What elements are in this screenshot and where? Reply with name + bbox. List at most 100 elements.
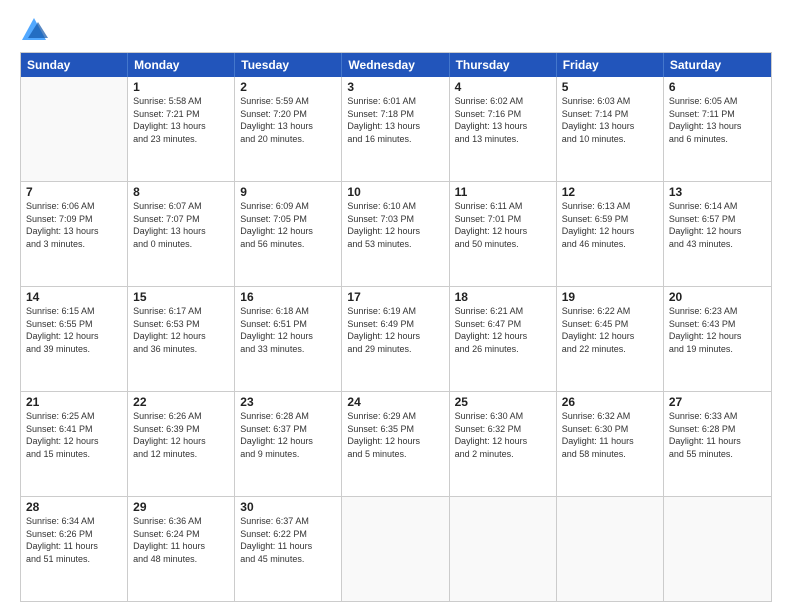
calendar-cell: 5Sunrise: 6:03 AM Sunset: 7:14 PM Daylig… xyxy=(557,77,664,181)
calendar-cell: 1Sunrise: 5:58 AM Sunset: 7:21 PM Daylig… xyxy=(128,77,235,181)
day-info: Sunrise: 6:28 AM Sunset: 6:37 PM Dayligh… xyxy=(240,410,336,460)
day-number: 6 xyxy=(669,80,766,94)
day-info: Sunrise: 6:30 AM Sunset: 6:32 PM Dayligh… xyxy=(455,410,551,460)
calendar-row-0: 1Sunrise: 5:58 AM Sunset: 7:21 PM Daylig… xyxy=(21,77,771,181)
calendar-cell: 25Sunrise: 6:30 AM Sunset: 6:32 PM Dayli… xyxy=(450,392,557,496)
calendar-cell: 16Sunrise: 6:18 AM Sunset: 6:51 PM Dayli… xyxy=(235,287,342,391)
calendar-cell: 28Sunrise: 6:34 AM Sunset: 6:26 PM Dayli… xyxy=(21,497,128,601)
day-number: 17 xyxy=(347,290,443,304)
calendar-header: SundayMondayTuesdayWednesdayThursdayFrid… xyxy=(21,53,771,77)
day-info: Sunrise: 6:36 AM Sunset: 6:24 PM Dayligh… xyxy=(133,515,229,565)
day-info: Sunrise: 6:29 AM Sunset: 6:35 PM Dayligh… xyxy=(347,410,443,460)
day-number: 18 xyxy=(455,290,551,304)
calendar-cell: 13Sunrise: 6:14 AM Sunset: 6:57 PM Dayli… xyxy=(664,182,771,286)
day-number: 13 xyxy=(669,185,766,199)
day-info: Sunrise: 6:02 AM Sunset: 7:16 PM Dayligh… xyxy=(455,95,551,145)
day-number: 29 xyxy=(133,500,229,514)
calendar-cell xyxy=(557,497,664,601)
day-info: Sunrise: 6:23 AM Sunset: 6:43 PM Dayligh… xyxy=(669,305,766,355)
calendar-cell xyxy=(450,497,557,601)
logo xyxy=(20,16,52,44)
day-info: Sunrise: 6:13 AM Sunset: 6:59 PM Dayligh… xyxy=(562,200,658,250)
header-cell-friday: Friday xyxy=(557,53,664,77)
day-info: Sunrise: 6:07 AM Sunset: 7:07 PM Dayligh… xyxy=(133,200,229,250)
header-cell-sunday: Sunday xyxy=(21,53,128,77)
header-cell-monday: Monday xyxy=(128,53,235,77)
calendar-cell: 2Sunrise: 5:59 AM Sunset: 7:20 PM Daylig… xyxy=(235,77,342,181)
day-number: 19 xyxy=(562,290,658,304)
calendar-cell: 9Sunrise: 6:09 AM Sunset: 7:05 PM Daylig… xyxy=(235,182,342,286)
day-number: 16 xyxy=(240,290,336,304)
day-number: 27 xyxy=(669,395,766,409)
calendar-cell: 8Sunrise: 6:07 AM Sunset: 7:07 PM Daylig… xyxy=(128,182,235,286)
day-number: 24 xyxy=(347,395,443,409)
day-number: 2 xyxy=(240,80,336,94)
header-cell-saturday: Saturday xyxy=(664,53,771,77)
day-number: 12 xyxy=(562,185,658,199)
calendar-cell: 12Sunrise: 6:13 AM Sunset: 6:59 PM Dayli… xyxy=(557,182,664,286)
day-info: Sunrise: 6:05 AM Sunset: 7:11 PM Dayligh… xyxy=(669,95,766,145)
calendar-cell: 4Sunrise: 6:02 AM Sunset: 7:16 PM Daylig… xyxy=(450,77,557,181)
calendar-cell: 6Sunrise: 6:05 AM Sunset: 7:11 PM Daylig… xyxy=(664,77,771,181)
calendar-cell xyxy=(664,497,771,601)
calendar: SundayMondayTuesdayWednesdayThursdayFrid… xyxy=(20,52,772,602)
calendar-cell xyxy=(342,497,449,601)
header-cell-thursday: Thursday xyxy=(450,53,557,77)
day-info: Sunrise: 6:06 AM Sunset: 7:09 PM Dayligh… xyxy=(26,200,122,250)
header-cell-wednesday: Wednesday xyxy=(342,53,449,77)
day-number: 26 xyxy=(562,395,658,409)
calendar-cell: 15Sunrise: 6:17 AM Sunset: 6:53 PM Dayli… xyxy=(128,287,235,391)
calendar-row-4: 28Sunrise: 6:34 AM Sunset: 6:26 PM Dayli… xyxy=(21,496,771,601)
calendar-cell: 14Sunrise: 6:15 AM Sunset: 6:55 PM Dayli… xyxy=(21,287,128,391)
day-info: Sunrise: 6:34 AM Sunset: 6:26 PM Dayligh… xyxy=(26,515,122,565)
calendar-cell: 27Sunrise: 6:33 AM Sunset: 6:28 PM Dayli… xyxy=(664,392,771,496)
calendar-row-1: 7Sunrise: 6:06 AM Sunset: 7:09 PM Daylig… xyxy=(21,181,771,286)
day-number: 30 xyxy=(240,500,336,514)
day-info: Sunrise: 6:17 AM Sunset: 6:53 PM Dayligh… xyxy=(133,305,229,355)
logo-icon xyxy=(20,16,48,44)
day-number: 10 xyxy=(347,185,443,199)
day-number: 4 xyxy=(455,80,551,94)
calendar-cell: 18Sunrise: 6:21 AM Sunset: 6:47 PM Dayli… xyxy=(450,287,557,391)
day-info: Sunrise: 6:03 AM Sunset: 7:14 PM Dayligh… xyxy=(562,95,658,145)
day-info: Sunrise: 5:58 AM Sunset: 7:21 PM Dayligh… xyxy=(133,95,229,145)
calendar-cell: 20Sunrise: 6:23 AM Sunset: 6:43 PM Dayli… xyxy=(664,287,771,391)
day-number: 8 xyxy=(133,185,229,199)
calendar-row-3: 21Sunrise: 6:25 AM Sunset: 6:41 PM Dayli… xyxy=(21,391,771,496)
day-info: Sunrise: 5:59 AM Sunset: 7:20 PM Dayligh… xyxy=(240,95,336,145)
day-info: Sunrise: 6:33 AM Sunset: 6:28 PM Dayligh… xyxy=(669,410,766,460)
day-number: 15 xyxy=(133,290,229,304)
day-number: 22 xyxy=(133,395,229,409)
day-number: 9 xyxy=(240,185,336,199)
calendar-cell: 11Sunrise: 6:11 AM Sunset: 7:01 PM Dayli… xyxy=(450,182,557,286)
day-info: Sunrise: 6:18 AM Sunset: 6:51 PM Dayligh… xyxy=(240,305,336,355)
day-number: 21 xyxy=(26,395,122,409)
day-number: 28 xyxy=(26,500,122,514)
calendar-cell xyxy=(21,77,128,181)
calendar-body: 1Sunrise: 5:58 AM Sunset: 7:21 PM Daylig… xyxy=(21,77,771,601)
day-number: 20 xyxy=(669,290,766,304)
calendar-cell: 7Sunrise: 6:06 AM Sunset: 7:09 PM Daylig… xyxy=(21,182,128,286)
calendar-cell: 10Sunrise: 6:10 AM Sunset: 7:03 PM Dayli… xyxy=(342,182,449,286)
day-info: Sunrise: 6:22 AM Sunset: 6:45 PM Dayligh… xyxy=(562,305,658,355)
day-number: 14 xyxy=(26,290,122,304)
day-info: Sunrise: 6:11 AM Sunset: 7:01 PM Dayligh… xyxy=(455,200,551,250)
calendar-cell: 21Sunrise: 6:25 AM Sunset: 6:41 PM Dayli… xyxy=(21,392,128,496)
calendar-cell: 22Sunrise: 6:26 AM Sunset: 6:39 PM Dayli… xyxy=(128,392,235,496)
day-number: 25 xyxy=(455,395,551,409)
calendar-cell: 17Sunrise: 6:19 AM Sunset: 6:49 PM Dayli… xyxy=(342,287,449,391)
day-info: Sunrise: 6:09 AM Sunset: 7:05 PM Dayligh… xyxy=(240,200,336,250)
calendar-cell: 19Sunrise: 6:22 AM Sunset: 6:45 PM Dayli… xyxy=(557,287,664,391)
calendar-cell: 24Sunrise: 6:29 AM Sunset: 6:35 PM Dayli… xyxy=(342,392,449,496)
calendar-cell: 26Sunrise: 6:32 AM Sunset: 6:30 PM Dayli… xyxy=(557,392,664,496)
calendar-cell: 3Sunrise: 6:01 AM Sunset: 7:18 PM Daylig… xyxy=(342,77,449,181)
day-number: 5 xyxy=(562,80,658,94)
calendar-cell: 29Sunrise: 6:36 AM Sunset: 6:24 PM Dayli… xyxy=(128,497,235,601)
day-number: 1 xyxy=(133,80,229,94)
day-info: Sunrise: 6:15 AM Sunset: 6:55 PM Dayligh… xyxy=(26,305,122,355)
day-number: 11 xyxy=(455,185,551,199)
calendar-cell: 23Sunrise: 6:28 AM Sunset: 6:37 PM Dayli… xyxy=(235,392,342,496)
day-number: 3 xyxy=(347,80,443,94)
calendar-row-2: 14Sunrise: 6:15 AM Sunset: 6:55 PM Dayli… xyxy=(21,286,771,391)
day-info: Sunrise: 6:10 AM Sunset: 7:03 PM Dayligh… xyxy=(347,200,443,250)
